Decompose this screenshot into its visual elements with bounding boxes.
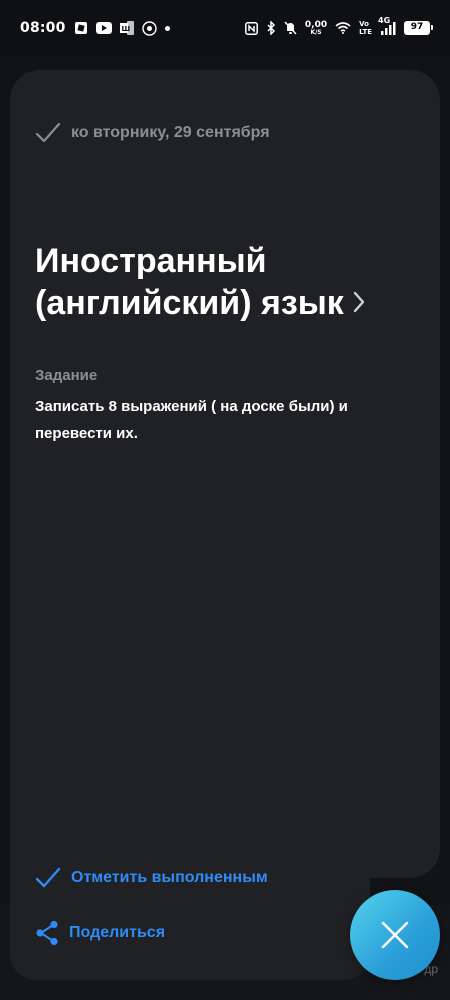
close-icon [381, 921, 409, 949]
bell-muted-icon [284, 21, 297, 35]
battery-indicator: 97 [404, 21, 433, 35]
due-date: ко вторнику, 29 сентября [71, 124, 270, 141]
app-notification-icon [74, 21, 88, 35]
volte-bottom: LTE [359, 28, 372, 36]
share-label: Поделиться [69, 924, 166, 941]
check-icon [35, 122, 61, 143]
share-icon [36, 920, 58, 946]
share-button[interactable]: Поделиться [35, 920, 165, 946]
wifi-icon [335, 22, 351, 34]
youtube-icon [95, 22, 112, 34]
homework-sheet [10, 70, 440, 878]
mark-done-button[interactable]: Отметить выполненным [35, 865, 268, 891]
status-bar: 08:00 Ш 0,00 K/S Vo LTE 4G 97 [0, 0, 450, 56]
due-date-row: ко вторнику, 29 сентября [35, 120, 270, 146]
volte-top: Vo [359, 20, 369, 28]
status-bar-left: 08:00 Ш [20, 20, 170, 36]
network-type: 4G [378, 15, 391, 25]
task-label: Задание [35, 367, 98, 384]
circle-app-icon [141, 20, 157, 36]
subject-title: Иностранный (английский) язык [35, 242, 344, 322]
task-text: Записать 8 выражений ( на доске были) и … [35, 398, 348, 442]
check-icon [35, 867, 61, 888]
mark-done-label: Отметить выполненным [71, 869, 268, 886]
network-speed: 0,00 K/S [305, 20, 327, 36]
nfc-icon [244, 21, 258, 35]
office-icon: Ш [119, 21, 134, 35]
status-time: 08:00 [20, 20, 66, 36]
signal-icon: 4G [378, 16, 396, 35]
close-fab-button[interactable] [350, 890, 440, 980]
chevron-right-icon [353, 291, 364, 313]
bluetooth-icon [266, 21, 276, 35]
network-speed-unit: K/S [310, 28, 322, 36]
status-bar-right: 0,00 K/S Vo LTE 4G 97 [244, 16, 433, 36]
more-notifications-dot [164, 25, 170, 31]
svg-text:Ш: Ш [121, 25, 130, 33]
subject-title-link[interactable]: Иностранный (английский) язык [35, 240, 415, 324]
volte-indicator: Vo LTE [359, 20, 372, 36]
